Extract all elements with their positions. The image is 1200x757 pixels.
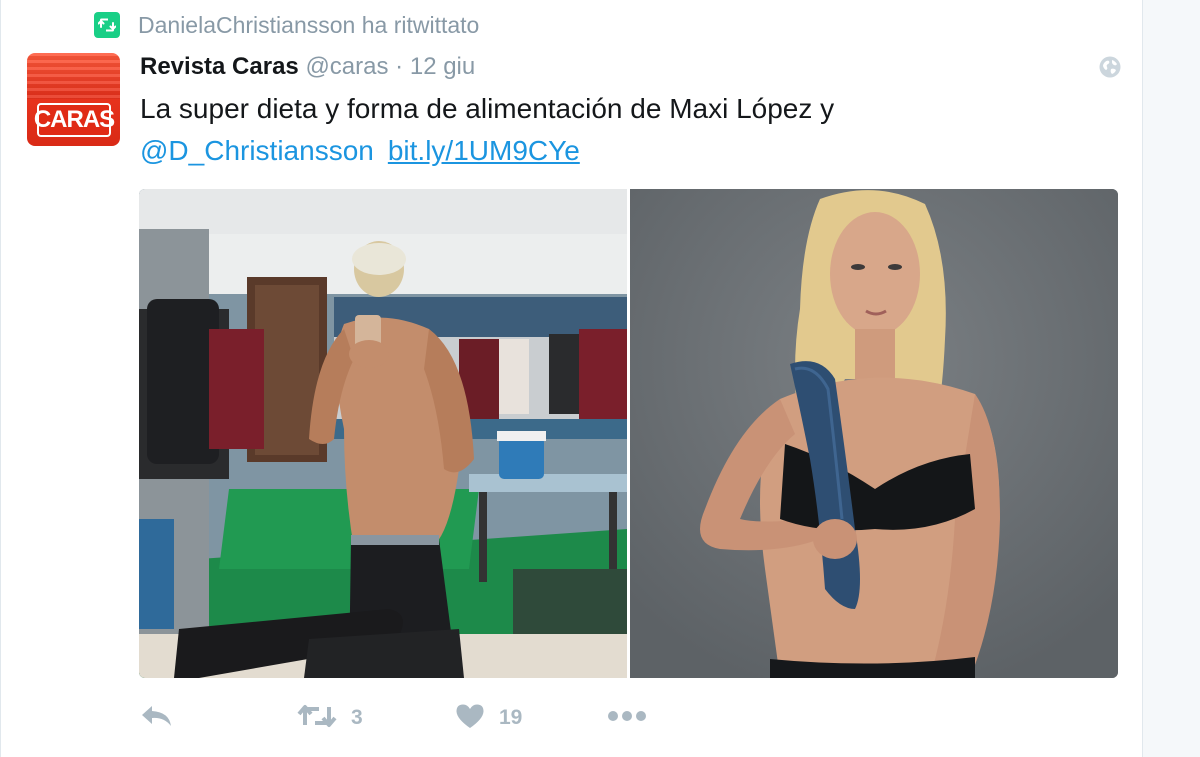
tweet-media <box>139 189 1118 678</box>
photo-selfie[interactable] <box>139 189 627 678</box>
retweet-action-icon <box>297 703 337 734</box>
tweet-header: Revista Caras @caras · 12 giu <box>140 52 475 82</box>
reply-button[interactable] <box>140 700 174 736</box>
avatar-background <box>27 53 120 99</box>
reply-icon <box>140 703 174 734</box>
more-dots-icon <box>607 709 647 728</box>
like-count: 19 <box>499 706 523 729</box>
like-button[interactable]: 19 <box>455 700 522 736</box>
photo-model[interactable] <box>630 189 1118 678</box>
retweet-icon <box>94 12 120 38</box>
tweet-text: La super dieta y forma de alimentación d… <box>140 88 1120 172</box>
author-avatar[interactable]: CARAS <box>27 53 120 146</box>
tweet-text-line1: La super dieta y forma de alimentación d… <box>140 93 835 124</box>
right-sidebar-strip <box>1142 0 1200 757</box>
author-handle[interactable]: @caras <box>305 53 388 80</box>
author-name[interactable]: Revista Caras <box>140 53 299 80</box>
globe-icon <box>1098 55 1122 79</box>
mention-link[interactable]: @D_Christiansson <box>140 135 374 166</box>
caras-logo: CARAS <box>34 103 115 137</box>
url-link[interactable]: bit.ly/1UM9CYe <box>388 135 580 166</box>
tweet-text-line2: @D_Christiansson bit.ly/1UM9CYe <box>140 130 1120 172</box>
tweet-timestamp[interactable]: 12 giu <box>410 53 475 80</box>
header-separator: · <box>395 53 404 80</box>
tweet-page: DanielaChristiansson ha ritwittato CARAS… <box>0 0 1200 757</box>
retweeter-link[interactable]: DanielaChristiansson ha ritwittato <box>138 12 479 39</box>
retweet-button[interactable]: 3 <box>297 700 363 736</box>
heart-icon <box>455 703 485 734</box>
more-button[interactable] <box>607 700 647 736</box>
retweet-count: 3 <box>351 706 363 729</box>
tweet-actions: 3 19 <box>140 700 660 736</box>
retweet-context: DanielaChristiansson ha ritwittato <box>94 8 479 42</box>
left-border <box>0 0 1 757</box>
